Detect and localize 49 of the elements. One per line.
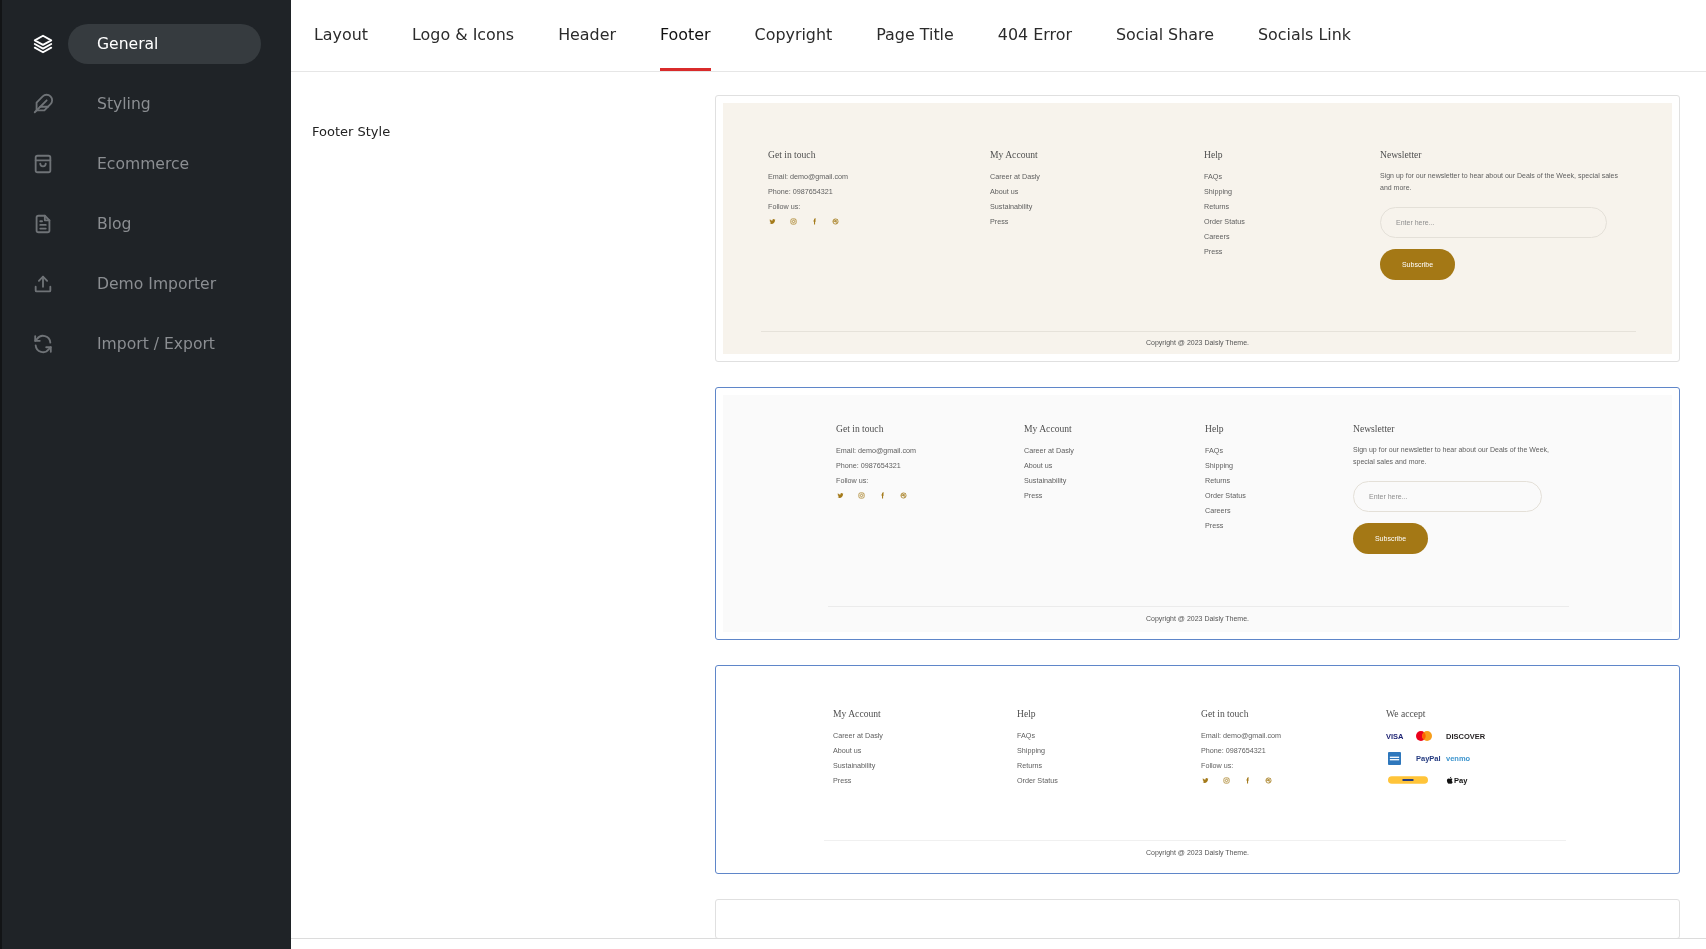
tab[interactable]: Logo & Icons (412, 0, 515, 71)
sidebar-item[interactable]: Blog (68, 204, 261, 244)
letter-f-icon (1244, 777, 1251, 784)
tab[interactable]: Socials Link (1257, 0, 1351, 71)
tab[interactable]: Page Title (876, 0, 954, 71)
letter-f-icon (879, 492, 886, 499)
column-heading: My Account (1024, 423, 1072, 435)
sidebar-item[interactable]: Import / Export (68, 324, 261, 364)
apple-icon (1446, 775, 1453, 785)
column-heading: Help (1204, 149, 1223, 161)
tab[interactable]: Layout (314, 0, 369, 71)
column-heading: Help (1205, 423, 1224, 435)
camera-icon (858, 492, 865, 499)
bag-icon (32, 153, 54, 175)
tab[interactable]: Social Share (1115, 0, 1214, 71)
camera-icon (790, 218, 797, 225)
column-heading: Get in touch (1201, 708, 1249, 720)
ball-icon (832, 218, 839, 225)
refresh-icon (32, 333, 54, 355)
ball-icon (1265, 777, 1272, 784)
sidebar-item[interactable]: General (68, 24, 261, 64)
tab[interactable]: Footer (660, 0, 711, 71)
column-heading: Newsletter (1380, 149, 1422, 161)
column-heading: My Account (990, 149, 1038, 161)
camera-icon (1223, 777, 1230, 784)
tab[interactable]: Header (558, 0, 616, 71)
tab[interactable]: 404 Error (997, 0, 1072, 71)
bird-icon (837, 492, 844, 499)
overlapping-circles-icon (1416, 731, 1432, 741)
column-heading: We accept (1386, 708, 1426, 720)
column-heading: Newsletter (1353, 423, 1395, 435)
bird-icon (1202, 777, 1209, 784)
sidebar-item[interactable]: Ecommerce (68, 144, 261, 184)
payment-pill-icon (1388, 776, 1428, 784)
feather-icon (32, 93, 54, 115)
column-heading: Get in touch (768, 149, 816, 161)
tab[interactable]: Copyright (754, 0, 833, 71)
sidebar-item[interactable]: Styling (68, 84, 261, 124)
column-heading: Get in touch (836, 423, 884, 435)
bird-icon (769, 218, 776, 225)
column-heading: My Account (833, 708, 881, 720)
layers-icon (32, 33, 54, 55)
ball-icon (900, 492, 907, 499)
column-heading: Help (1017, 708, 1036, 720)
letter-f-icon (811, 218, 818, 225)
card-tile-icon (1388, 751, 1401, 765)
sidebar-item[interactable]: Demo Importer (68, 264, 261, 304)
upload-icon (32, 273, 54, 295)
field-label: Footer Style (312, 124, 391, 139)
